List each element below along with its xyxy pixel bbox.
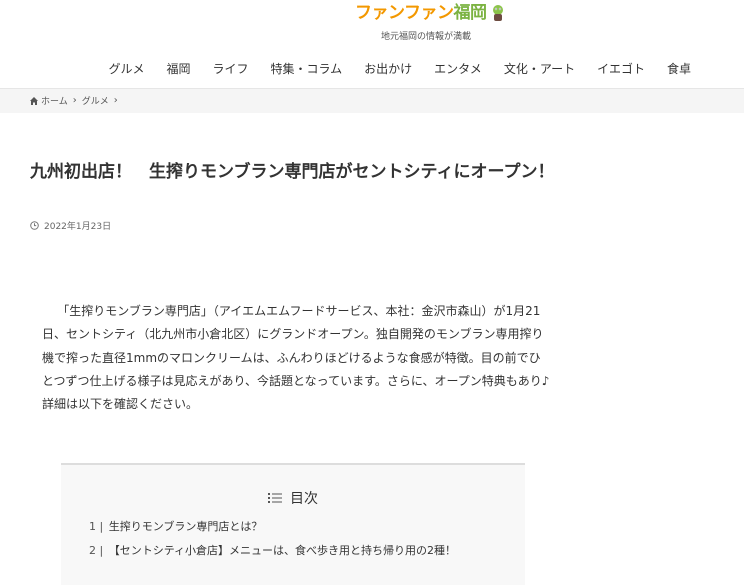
mascot-icon	[490, 4, 506, 22]
toc-item-number: 1 |	[89, 520, 104, 533]
article-title: 九州初出店！ 生搾りモンブラン専門店がセントシティにオープン！	[30, 162, 555, 182]
list-icon	[268, 492, 282, 504]
toc-item[interactable]: 2 | 【セントシティ小倉店】メニューは、食べ歩き用と持ち帰り用の2種！	[89, 542, 456, 558]
chevron-right-icon: ›	[113, 95, 118, 106]
toc-item[interactable]: 1 | 生搾りモンブラン専門店とは？	[89, 518, 262, 534]
article-body: 「生搾りモンブラン専門店」（アイエムエムフードサービス、本社：金沢市森山）が1月…	[42, 300, 552, 416]
date-text: 2022年1月23日	[44, 222, 112, 232]
breadcrumb: ホーム › グルメ ›	[30, 94, 120, 107]
breadcrumb-bar: ホーム › グルメ ›	[0, 88, 744, 113]
toc-title: 目次	[290, 491, 318, 507]
breadcrumb-category[interactable]: グルメ	[82, 94, 109, 107]
toc-item-label: 【セントシティ小倉店】メニューは、食べ歩き用と持ち帰り用の2種！	[108, 544, 457, 557]
article-body-text: 「生搾りモンブラン専門店」（アイエムエムフードサービス、本社：金沢市森山）が1月…	[42, 304, 550, 412]
nav-item-entertainment[interactable]: エンタメ	[423, 60, 493, 78]
nav-item-gourmet[interactable]: グルメ	[97, 60, 155, 78]
nav-item-life[interactable]: ライフ	[202, 60, 260, 78]
home-icon	[30, 96, 38, 105]
nav-item-table[interactable]: 食卓	[656, 60, 702, 78]
nav-item-outing[interactable]: お出かけ	[353, 60, 423, 78]
nav-item-iegoto[interactable]: イエゴト	[586, 60, 656, 78]
nav-item-culture-art[interactable]: 文化・アート	[493, 60, 586, 78]
toc-item-label: 生搾りモンブラン専門店とは？	[108, 520, 263, 533]
nav-item-fukuoka[interactable]: 福岡	[155, 60, 201, 78]
clock-icon	[30, 221, 39, 230]
table-of-contents: 目次 1 | 生搾りモンブラン専門店とは？ 2 | 【セントシティ小倉店】メニュ…	[61, 463, 525, 585]
toc-item-number: 2 |	[89, 544, 104, 557]
article-date: 2022年1月23日	[30, 219, 111, 232]
nav-item-features[interactable]: 特集・コラム	[260, 60, 354, 78]
toc-header: 目次	[61, 488, 525, 508]
chevron-right-icon: ›	[72, 95, 77, 106]
main-nav: グルメ 福岡 ライフ 特集・コラム お出かけ エンタメ 文化・アート イエゴト …	[97, 60, 702, 78]
site-logo[interactable]: ファンファン福岡	[355, 2, 506, 24]
logo-text: ファンファン福岡	[355, 3, 487, 23]
breadcrumb-home[interactable]: ホーム	[41, 94, 68, 107]
site-header: ファンファン福岡 地元福岡の情報が満載 グルメ 福岡 ライフ 特集・コラム お出…	[0, 0, 744, 88]
site-tagline: 地元福岡の情報が満載	[380, 32, 471, 42]
